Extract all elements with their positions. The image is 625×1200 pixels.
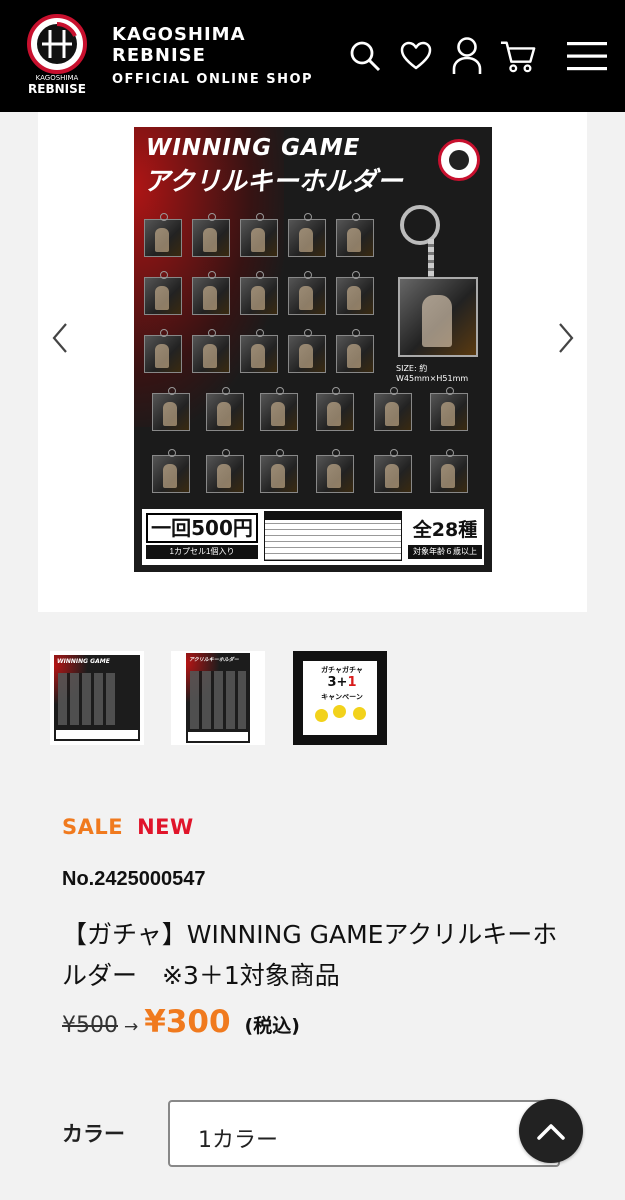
keychain-tile bbox=[240, 271, 278, 315]
main-product-image[interactable]: WINNING GAME アクリルキーホルダー SIZE: 約W45mm×H51… bbox=[134, 127, 492, 572]
keychain-tile bbox=[374, 449, 412, 493]
keychain-tile bbox=[336, 271, 374, 315]
thumbnail-title: アクリルキーホルダー bbox=[189, 657, 239, 663]
keychain-tile bbox=[240, 213, 278, 257]
product-number: No.2425000547 bbox=[62, 868, 206, 890]
chevron-left-icon bbox=[52, 323, 67, 353]
chain-graphic bbox=[428, 239, 434, 279]
poster-notes bbox=[264, 511, 402, 561]
poster-age-note: 対象年齢６歳以上 bbox=[408, 545, 482, 559]
campaign-line-3: キャンペーン bbox=[321, 693, 363, 701]
keychain-tile bbox=[374, 387, 412, 431]
price-row: ¥500 → ¥300 (税込) bbox=[62, 1004, 300, 1040]
poster-title-1: WINNING GAME bbox=[146, 135, 361, 161]
keychain-tile bbox=[316, 387, 354, 431]
next-image-button[interactable] bbox=[551, 318, 581, 358]
price-arrow: → bbox=[124, 1017, 139, 1037]
logo-text-bottom: REBNISE bbox=[28, 82, 86, 96]
tax-note: (税込) bbox=[244, 1015, 300, 1037]
keychain-tile bbox=[260, 387, 298, 431]
keychain-tile bbox=[336, 329, 374, 373]
keychain-tile bbox=[192, 271, 230, 315]
thumbnail-title: WINNING GAME bbox=[57, 658, 110, 665]
scroll-to-top-button[interactable] bbox=[519, 1099, 583, 1163]
heart-icon[interactable] bbox=[398, 36, 434, 76]
old-price: ¥500 bbox=[62, 1013, 118, 1038]
campaign-image: ガチャガチャ 3+1 キャンペーン bbox=[293, 651, 387, 745]
new-badge: NEW bbox=[137, 815, 194, 839]
product-name: 【ガチャ】WINNING GAMEアクリルキーホルダー ※3＋1対象商品 bbox=[62, 920, 558, 990]
thumbnail-2[interactable]: アクリルキーホルダー bbox=[171, 651, 265, 745]
keychain-tile bbox=[206, 387, 244, 431]
keychain-tile bbox=[316, 449, 354, 493]
keychain-tile bbox=[144, 329, 182, 373]
thumbnail-3[interactable]: ガチャガチャ 3+1 キャンペーン bbox=[293, 651, 387, 745]
capsule-dot bbox=[353, 707, 366, 720]
rebnise-logo[interactable]: KAGOSHIMA REBNISE bbox=[20, 14, 94, 96]
search-icon[interactable] bbox=[347, 36, 383, 76]
brand-line-3: OFFICIAL ONLINE SHOP bbox=[112, 72, 314, 87]
sale-badge: SALE bbox=[62, 815, 124, 839]
brand-line-1: KAGOSHIMA bbox=[112, 24, 246, 45]
size-text: SIZE: 約W45mm×H51mm bbox=[396, 364, 469, 383]
prev-image-button[interactable] bbox=[45, 318, 75, 358]
user-icon[interactable] bbox=[449, 36, 485, 76]
color-option-label: カラー bbox=[62, 1122, 125, 1146]
keychain-tile bbox=[152, 387, 190, 431]
keychain-tile bbox=[288, 329, 326, 373]
brand-line-2: REBNISE bbox=[112, 45, 206, 66]
site-header: KAGOSHIMA REBNISE KAGOSHIMA REBNISE OFFI… bbox=[0, 0, 625, 112]
keychain-tile bbox=[192, 329, 230, 373]
logo-text-top: KAGOSHIMA bbox=[36, 74, 79, 82]
featured-keychain bbox=[398, 277, 478, 357]
campaign-line-1: ガチャガチャ bbox=[321, 666, 363, 674]
thumbnail-image: アクリルキーホルダー bbox=[186, 653, 250, 743]
poster-total-kinds: 全28種 bbox=[412, 519, 478, 541]
thumbnail-1[interactable]: WINNING GAME bbox=[50, 651, 144, 745]
team-emblem bbox=[438, 139, 480, 181]
keychain-tile bbox=[288, 271, 326, 315]
keychain-tile bbox=[206, 449, 244, 493]
keychain-tile bbox=[144, 271, 182, 315]
capsule-dot bbox=[315, 709, 328, 722]
thumbnail-image: WINNING GAME bbox=[54, 655, 140, 741]
campaign-line-2: 3+1 bbox=[327, 675, 357, 690]
keychain-tile bbox=[430, 449, 468, 493]
chevron-right-icon bbox=[559, 323, 574, 353]
cart-icon[interactable] bbox=[500, 36, 536, 76]
keychain-tile bbox=[288, 213, 326, 257]
menu-icon[interactable] bbox=[566, 36, 608, 76]
keyring-graphic bbox=[400, 205, 440, 245]
keychain-tile bbox=[240, 329, 278, 373]
color-select[interactable]: 1カラー bbox=[168, 1100, 560, 1167]
poster-price: 一回500円 bbox=[146, 513, 258, 543]
capsule-dot bbox=[333, 705, 346, 718]
poster-footer: 一回500円 1カプセル1個入り 全28種 対象年齢６歳以上 bbox=[142, 509, 484, 565]
keychain-tile bbox=[144, 213, 182, 257]
sale-price: ¥300 bbox=[144, 1004, 231, 1040]
chevron-up-icon bbox=[537, 1124, 565, 1140]
product-badges: SALE NEW bbox=[62, 815, 194, 839]
keychain-tile bbox=[430, 387, 468, 431]
color-select-value: 1カラー bbox=[198, 1128, 278, 1153]
keychain-tile bbox=[260, 449, 298, 493]
poster-price-sub: 1カプセル1個入り bbox=[146, 545, 258, 559]
poster-title-2: アクリルキーホルダー bbox=[144, 167, 403, 197]
keychain-tile bbox=[152, 449, 190, 493]
keychain-tile bbox=[336, 213, 374, 257]
keychain-tile bbox=[192, 213, 230, 257]
brand-name[interactable]: KAGOSHIMA REBNISE OFFICIAL ONLINE SHOP bbox=[112, 24, 313, 90]
